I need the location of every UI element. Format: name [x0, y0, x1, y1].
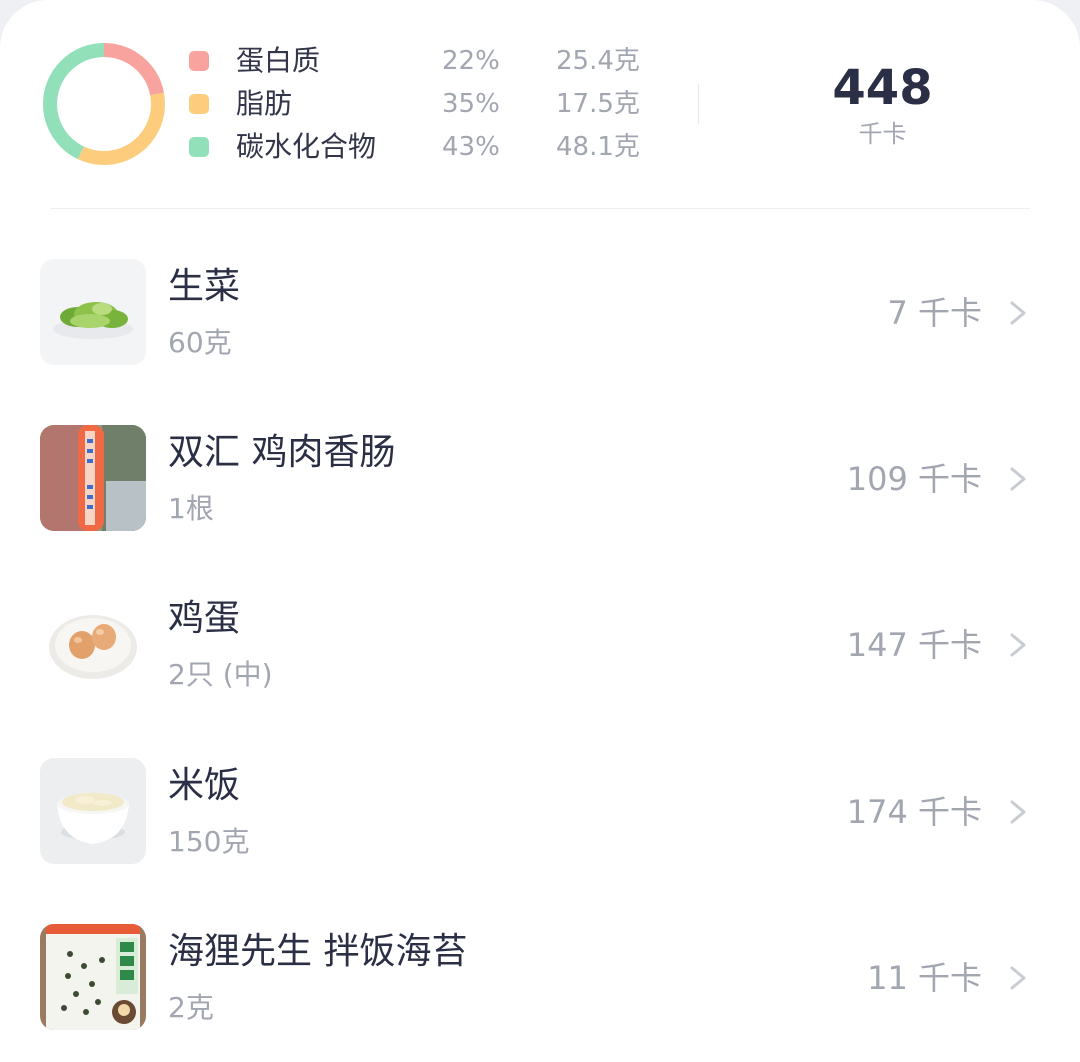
chevron-right-icon: [1010, 800, 1026, 824]
food-item-lettuce[interactable]: 生菜 60克 7 千卡: [0, 259, 1080, 425]
protein-color-dot: [189, 51, 209, 71]
total-calories-unit: 千卡: [858, 120, 907, 148]
food-amount: 2克: [168, 991, 214, 1024]
chevron-right-icon: [1010, 467, 1026, 491]
sausage-thumbnail: [40, 425, 146, 531]
chevron-right-icon: [1010, 633, 1026, 657]
macro-summary: 蛋白质 22% 25.4克 脂肪 35% 17.5克 碳水化合物 43% 48.…: [0, 0, 1080, 208]
food-item-seaweed[interactable]: 海狸先生 拌饭海苔 2克 11 千卡: [0, 924, 1080, 1062]
food-amount: 60克: [168, 326, 232, 359]
food-name: 鸡蛋: [168, 598, 241, 639]
food-name: 海狸先生 拌饭海苔: [168, 931, 468, 972]
food-amount: 150克: [168, 825, 250, 858]
macro-row-protein: 蛋白质 22% 25.4克: [0, 40, 700, 84]
nutrition-card: 蛋白质 22% 25.4克 脂肪 35% 17.5克 碳水化合物 43% 48.…: [0, 0, 1080, 1062]
food-name: 米饭: [168, 765, 241, 806]
rice-thumbnail: [40, 758, 146, 864]
macro-percent: 43%: [442, 132, 500, 162]
food-name: 双汇 鸡肉香肠: [168, 432, 396, 473]
section-divider: [50, 208, 1030, 209]
macro-name: 脂肪: [236, 87, 293, 120]
food-item-rice[interactable]: 米饭 150克 174 千卡: [0, 758, 1080, 924]
carbs-color-dot: [189, 137, 209, 157]
summary-divider: [698, 84, 699, 124]
lettuce-thumbnail: [40, 259, 146, 365]
macro-name: 蛋白质: [236, 44, 321, 77]
food-calories: 109 千卡: [846, 460, 982, 498]
food-amount: 2只 (中): [168, 658, 273, 691]
food-calories: 174 千卡: [846, 793, 982, 831]
food-calories: 11 千卡: [867, 959, 982, 997]
macro-row-fat: 脂肪 35% 17.5克: [0, 83, 700, 127]
food-item-eggs[interactable]: 鸡蛋 2只 (中) 147 千卡: [0, 591, 1080, 757]
food-name: 生菜: [168, 266, 241, 307]
food-calories: 7 千卡: [887, 294, 982, 332]
food-item-sausage[interactable]: 双汇 鸡肉香肠 1根 109 千卡: [0, 425, 1080, 591]
fat-color-dot: [189, 94, 209, 114]
macro-amount: 25.4克: [556, 46, 640, 76]
eggs-thumbnail: [40, 591, 146, 697]
food-calories: 147 千卡: [846, 626, 982, 664]
food-amount: 1根: [168, 492, 214, 525]
chevron-right-icon: [1010, 301, 1026, 325]
macro-amount: 48.1克: [556, 132, 640, 162]
total-calories-value: 448: [832, 60, 933, 116]
macro-amount: 17.5克: [556, 89, 640, 119]
macro-row-carbs: 碳水化合物 43% 48.1克: [0, 126, 700, 170]
macro-name: 碳水化合物: [236, 130, 377, 163]
macro-percent: 22%: [442, 46, 500, 76]
macro-percent: 35%: [442, 89, 500, 119]
chevron-right-icon: [1010, 966, 1026, 990]
seaweed-thumbnail: [40, 924, 146, 1030]
